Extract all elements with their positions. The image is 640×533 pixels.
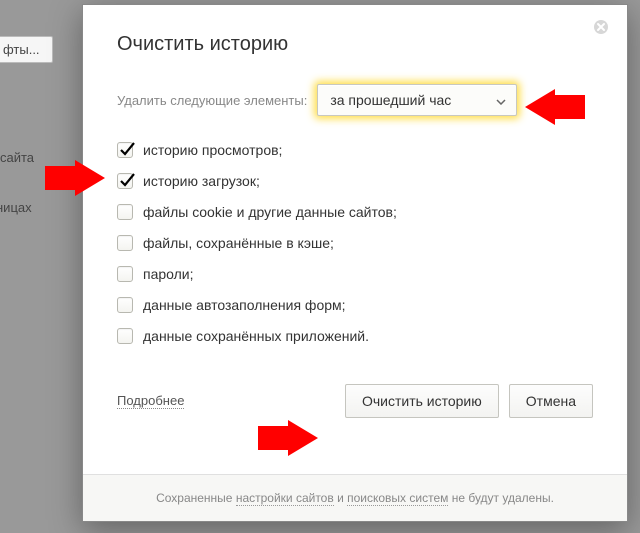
cancel-button[interactable]: Отмена (509, 384, 593, 418)
dialog-title: Очистить историю (117, 33, 593, 56)
checkbox-label: данные сохранённых приложений. (143, 328, 369, 344)
time-range-row: Удалить следующие элементы: за прошедший… (117, 84, 593, 116)
checkbox-row[interactable]: файлы cookie и другие данные сайтов; (117, 204, 593, 220)
chevron-down-icon (496, 92, 506, 108)
checkbox[interactable] (117, 173, 133, 189)
checkbox-row[interactable]: данные сохранённых приложений. (117, 328, 593, 344)
checkbox-label: файлы cookie и другие данные сайтов; (143, 204, 397, 220)
checkbox-label: данные автозаполнения форм; (143, 297, 346, 313)
checkbox-label: пароли; (143, 266, 194, 282)
close-icon[interactable] (593, 19, 609, 35)
clear-button[interactable]: Очистить историю (345, 384, 499, 418)
checkbox[interactable] (117, 204, 133, 220)
checkbox-row[interactable]: файлы, сохранённые в кэше; (117, 235, 593, 251)
checkbox-label: историю загрузок; (143, 173, 260, 189)
checkbox[interactable] (117, 297, 133, 313)
footer-text: не будут удалены. (448, 491, 554, 505)
checkbox[interactable] (117, 235, 133, 251)
clear-history-dialog: Очистить историю Удалить следующие элеме… (82, 4, 628, 522)
checkbox-row[interactable]: историю просмотров; (117, 142, 593, 158)
checkbox[interactable] (117, 328, 133, 344)
checkbox-label: файлы, сохранённые в кэше; (143, 235, 334, 251)
checkbox-row[interactable]: пароли; (117, 266, 593, 282)
checkbox-label: историю просмотров; (143, 142, 282, 158)
footer-link-search-engines[interactable]: поисковых систем (347, 491, 448, 506)
checkbox[interactable] (117, 142, 133, 158)
dialog-actions: Подробнее Очистить историю Отмена (117, 384, 593, 418)
footer-link-site-settings[interactable]: настройки сайтов (236, 491, 334, 506)
dialog-footer: Сохраненные настройки сайтов и поисковых… (83, 474, 627, 521)
time-range-label: Удалить следующие элементы: (117, 93, 307, 108)
bg-button: фты... (0, 36, 53, 63)
time-range-select[interactable]: за прошедший час (317, 84, 517, 116)
time-range-value: за прошедший час (330, 92, 451, 108)
footer-text: и (334, 491, 347, 505)
footer-text: Сохраненные (156, 491, 236, 505)
checkbox-row[interactable]: историю загрузок; (117, 173, 593, 189)
bg-text: сайта (0, 150, 34, 165)
more-link[interactable]: Подробнее (117, 393, 184, 409)
bg-text: ницах (0, 200, 32, 215)
checkbox-list: историю просмотров; историю загрузок; файл… (117, 142, 593, 344)
checkbox-row[interactable]: данные автозаполнения форм; (117, 297, 593, 313)
checkbox[interactable] (117, 266, 133, 282)
